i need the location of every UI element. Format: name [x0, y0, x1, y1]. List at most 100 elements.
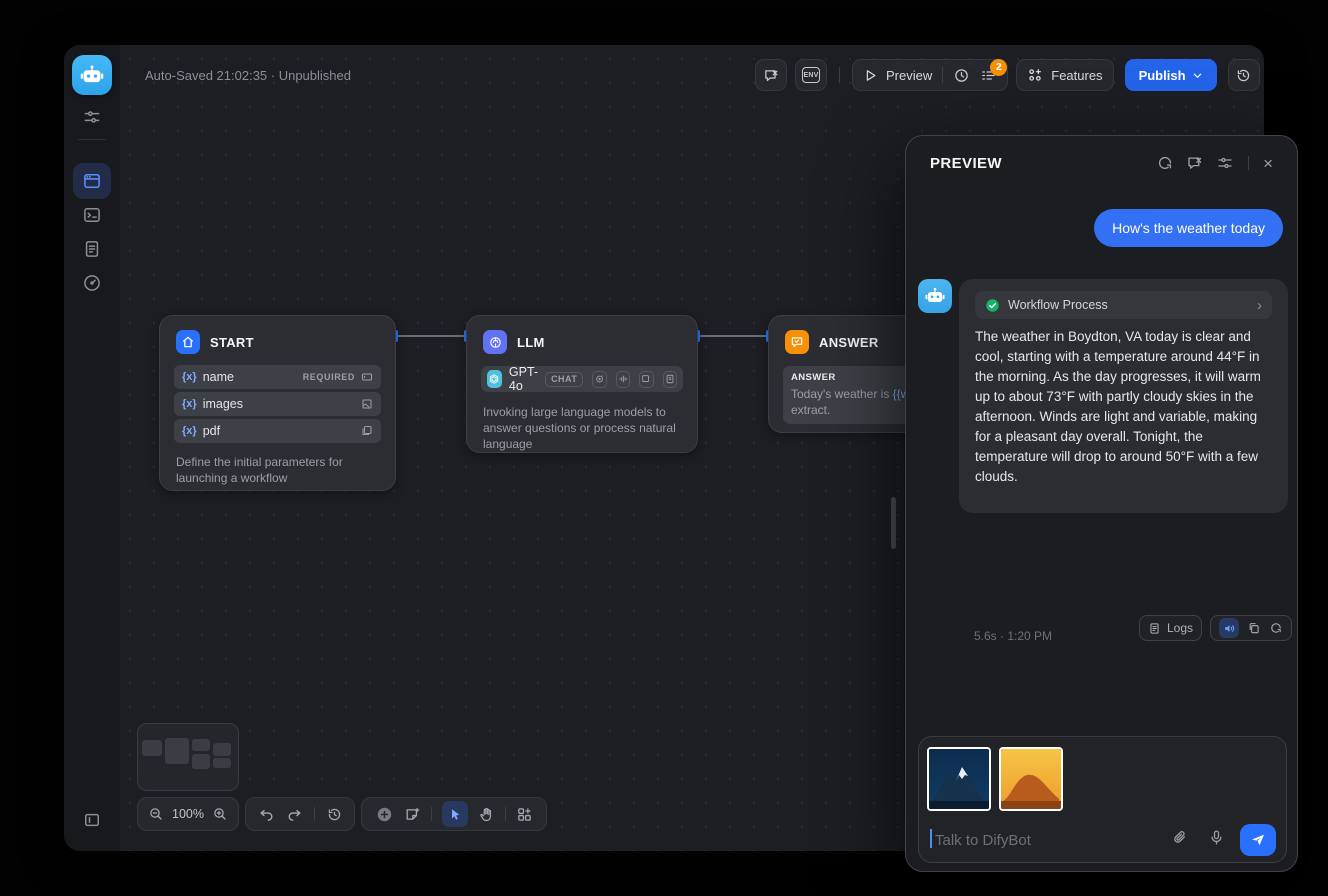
- preview-panel: PREVIEW × How's the weather today: [905, 135, 1298, 872]
- node-start-title: START: [210, 335, 254, 350]
- node-llm-title: LLM: [517, 335, 545, 350]
- minimap-node: [142, 740, 162, 756]
- minimap-node: [192, 754, 210, 769]
- model-selector[interactable]: GPT-4o CHAT: [481, 366, 683, 392]
- env-variables-button[interactable]: ENV: [795, 59, 827, 91]
- window-icon: [82, 171, 102, 191]
- features-label: Features: [1051, 68, 1102, 83]
- terminal-icon: [82, 205, 102, 225]
- app-logo[interactable]: [72, 55, 112, 95]
- close-preview-icon[interactable]: ×: [1263, 155, 1273, 172]
- attachment-thumbnail-sunset[interactable]: [999, 747, 1063, 811]
- copy-icon[interactable]: [1247, 621, 1261, 635]
- pointer-tool-icon[interactable]: [442, 801, 468, 827]
- conversation-settings-icon[interactable]: [1216, 154, 1234, 172]
- sidebar-item-api[interactable]: [82, 205, 102, 225]
- gauge-icon: [82, 273, 102, 293]
- toolbar-divider: [431, 807, 432, 821]
- edge-llm-answer: [698, 335, 768, 337]
- bot-message-bubble: Workflow Process › The weather in Boydto…: [959, 279, 1288, 513]
- undo-icon[interactable]: [258, 806, 275, 823]
- message-meta: 5.6s · 1:20 PM: [974, 629, 1052, 643]
- send-button[interactable]: [1240, 824, 1276, 856]
- features-icon: [1027, 67, 1043, 83]
- preview-header: PREVIEW ×: [906, 136, 1297, 186]
- version-history-button[interactable]: [1228, 59, 1260, 91]
- sidebar: [64, 45, 120, 851]
- annotation-icon[interactable]: [1186, 154, 1204, 172]
- logs-document-icon: [82, 239, 102, 259]
- autosave-status: Auto-Saved 21:02:35 · Unpublished: [145, 68, 351, 83]
- features-button[interactable]: Features: [1016, 59, 1113, 91]
- speaker-icon[interactable]: [1219, 618, 1239, 638]
- node-llm-header: LLM: [467, 316, 697, 362]
- publish-label: Publish: [1139, 68, 1186, 83]
- organize-nodes-icon[interactable]: [516, 806, 533, 823]
- minimap-node: [192, 739, 210, 751]
- toolbar-divider: [505, 807, 506, 821]
- bot-message-text: The weather in Boydton, VA today is clea…: [975, 327, 1272, 487]
- model-name: GPT-4o: [509, 365, 538, 393]
- llm-model-icon: [483, 330, 507, 354]
- chevron-right-icon: ›: [1257, 297, 1262, 314]
- variable-name: pdf: [203, 424, 355, 438]
- sidebar-divider: [78, 139, 106, 140]
- redo-icon[interactable]: [286, 806, 303, 823]
- text-caret: [930, 829, 932, 848]
- chat-input[interactable]: [933, 827, 1147, 853]
- message-tools-group: [1210, 615, 1292, 641]
- regenerate-icon[interactable]: [1269, 621, 1283, 635]
- logs-button[interactable]: Logs: [1139, 615, 1202, 641]
- voice-input-icon[interactable]: [1208, 829, 1226, 847]
- workflow-process-label: Workflow Process: [1008, 298, 1249, 312]
- sidebar-item-monitoring[interactable]: [82, 273, 102, 293]
- app-settings-icon[interactable]: [82, 107, 102, 127]
- checklist-badge: 2: [990, 59, 1007, 76]
- preview-label: Preview: [886, 68, 932, 83]
- user-message-bubble: How's the weather today: [1094, 209, 1283, 247]
- minimap[interactable]: [137, 723, 239, 791]
- annotation-button[interactable]: [755, 59, 787, 91]
- zoom-level[interactable]: 100%: [172, 807, 204, 821]
- screen: Auto-Saved 21:02:35 · Unpublished ENV Pr…: [0, 0, 1328, 896]
- sidebar-item-orchestrate[interactable]: [73, 163, 111, 199]
- run-group-divider: [942, 67, 943, 83]
- vision-capability-icon: [592, 371, 606, 388]
- node-llm[interactable]: LLM GPT-4o CHAT: [466, 315, 698, 453]
- variable-row-name[interactable]: {x} name REQUIRED: [174, 365, 381, 389]
- change-history-icon[interactable]: [326, 806, 343, 823]
- checklist-button[interactable]: 2: [980, 67, 997, 84]
- add-node-icon[interactable]: [375, 805, 394, 824]
- variable-row-pdf[interactable]: {x} pdf: [174, 419, 381, 443]
- restart-conversation-icon[interactable]: [1156, 154, 1174, 172]
- preview-run-button[interactable]: Preview: [863, 68, 932, 83]
- logs-label: Logs: [1167, 621, 1193, 635]
- variable-row-images[interactable]: {x} images: [174, 392, 381, 416]
- chevron-down-icon: [1192, 70, 1203, 81]
- attach-file-icon[interactable]: [1172, 829, 1190, 847]
- node-start[interactable]: START {x} name REQUIRED {x} images {x} p…: [159, 315, 396, 491]
- workflow-process-row[interactable]: Workflow Process ›: [975, 291, 1272, 319]
- node-start-description: Define the initial parameters for launch…: [160, 446, 395, 500]
- sidebar-item-logs[interactable]: [82, 239, 102, 259]
- preview-title: PREVIEW: [930, 155, 1144, 172]
- zoom-in-icon[interactable]: [212, 806, 228, 822]
- add-note-icon[interactable]: [404, 806, 421, 823]
- attachment-thumbnail-fuji[interactable]: [927, 747, 991, 811]
- play-icon: [863, 68, 878, 83]
- variable-icon: {x}: [182, 398, 197, 410]
- hand-tool-icon[interactable]: [478, 806, 495, 823]
- run-history-button[interactable]: [953, 67, 970, 84]
- variable-icon: {x}: [182, 425, 197, 437]
- gpt4o-provider-icon: [487, 370, 502, 388]
- image-capability-icon: [639, 371, 653, 388]
- tools-toolbar: [361, 797, 547, 831]
- publish-button[interactable]: Publish: [1125, 59, 1217, 91]
- send-icon: [1250, 832, 1266, 848]
- zoom-out-icon[interactable]: [148, 806, 164, 822]
- minimap-node: [213, 758, 231, 768]
- minimap-node: [213, 743, 231, 756]
- canvas-scrollbar[interactable]: [891, 497, 896, 549]
- collapse-sidebar-icon[interactable]: [82, 810, 102, 830]
- answer-icon: [785, 330, 809, 354]
